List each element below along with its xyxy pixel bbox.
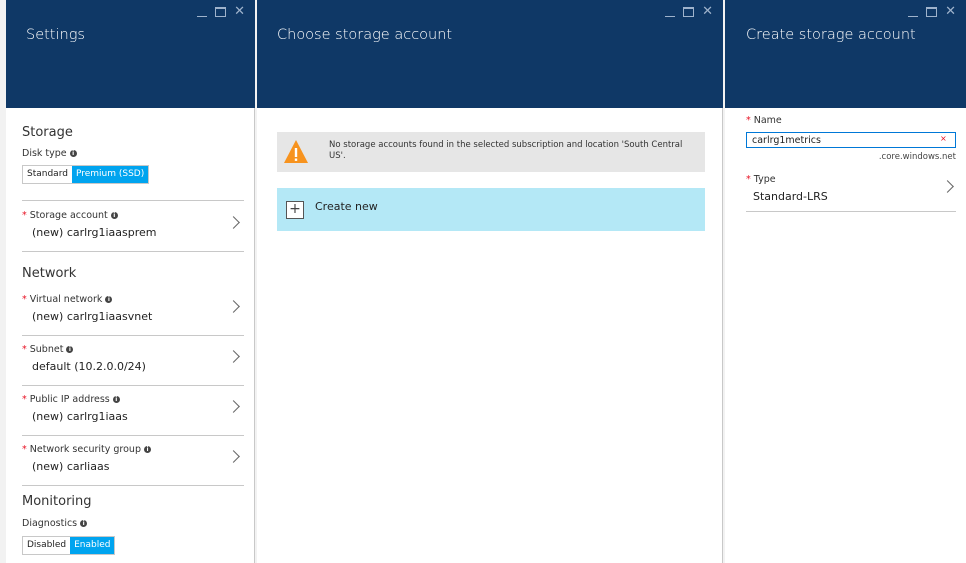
choose-storage-header: Choose storage account ✕ [257, 0, 723, 108]
warning-banner: No storage accounts found in the selecte… [277, 132, 705, 172]
settings-header: Settings ✕ [6, 0, 255, 108]
storage-account-value: (new) carlrg1iaasprem [32, 226, 157, 239]
create-storage-blade: Create storage account ✕ *Name × .core.w… [725, 0, 966, 563]
virtual-network-row[interactable]: * Virtual network i (new) carlrg1iaasvnet [22, 286, 244, 336]
chevron-right-icon [941, 180, 954, 193]
choose-storage-body: No storage accounts found in the selecte… [257, 108, 723, 563]
disk-type-label: Disk type i [22, 148, 77, 159]
chevron-right-icon [227, 300, 240, 313]
create-storage-header: Create storage account ✕ [725, 0, 966, 108]
window-minimize-icon[interactable] [665, 15, 676, 17]
virtual-network-label: * Virtual network i [22, 294, 113, 305]
window-controls: ✕ [665, 5, 713, 18]
clear-input-icon[interactable]: × [940, 134, 947, 143]
chevron-right-icon [227, 350, 240, 363]
disk-type-premium-option[interactable]: Premium (SSD) [71, 166, 149, 183]
info-icon[interactable]: i [69, 150, 77, 157]
create-new-label: Create new [315, 200, 378, 213]
subnet-value: default (10.2.0.0/24) [32, 360, 146, 373]
name-input[interactable] [746, 132, 956, 148]
section-title-monitoring: Monitoring [22, 494, 92, 509]
warning-text: No storage accounts found in the selecte… [329, 140, 683, 161]
window-controls: ✕ [197, 5, 245, 18]
nsg-value: (new) carliaas [32, 460, 110, 473]
info-icon[interactable]: i [143, 446, 151, 453]
window-minimize-icon[interactable] [197, 15, 208, 17]
chevron-right-icon [227, 400, 240, 413]
info-icon[interactable]: i [80, 520, 88, 527]
blade-title: Choose storage account [277, 27, 453, 43]
divider [22, 200, 244, 201]
nsg-row[interactable]: * Network security group i (new) carliaas [22, 436, 244, 486]
window-close-icon[interactable]: ✕ [945, 5, 956, 18]
section-title-storage: Storage [22, 125, 73, 140]
disk-type-standard-option[interactable]: Standard [23, 166, 72, 183]
info-icon[interactable]: i [112, 396, 120, 403]
storage-account-row[interactable]: * Storage account i (new) carlrg1iaasprem [22, 202, 244, 252]
diagnostics-enabled-option[interactable]: Enabled [70, 537, 115, 554]
public-ip-value: (new) carlrg1iaas [32, 410, 128, 423]
blade-title: Settings [26, 27, 85, 43]
create-storage-body: *Name × .core.windows.net *Type Standard… [725, 108, 966, 563]
warning-icon [284, 140, 308, 163]
name-suffix: .core.windows.net [878, 152, 956, 162]
public-ip-label: * Public IP address i [22, 394, 120, 405]
blade-title: Create storage account [746, 27, 916, 43]
public-ip-row[interactable]: * Public IP address i (new) carlrg1iaas [22, 386, 244, 436]
plus-icon: + [286, 201, 304, 219]
diagnostics-toggle: Disabled Enabled [22, 536, 116, 555]
window-close-icon[interactable]: ✕ [234, 5, 245, 18]
chevron-right-icon [227, 450, 240, 463]
window-close-icon[interactable]: ✕ [702, 5, 713, 18]
section-title-network: Network [22, 266, 77, 281]
window-maximize-icon[interactable] [683, 7, 695, 17]
disk-type-toggle: Standard Premium (SSD) [22, 165, 150, 184]
chevron-right-icon [227, 216, 240, 229]
window-minimize-icon[interactable] [908, 15, 919, 17]
storage-account-label: * Storage account i [22, 210, 118, 221]
diagnostics-disabled-option[interactable]: Disabled [23, 537, 70, 554]
create-new-button[interactable]: + Create new [277, 188, 705, 231]
window-maximize-icon[interactable] [215, 7, 227, 17]
name-label: * Name [746, 115, 782, 126]
info-icon[interactable]: i [110, 212, 118, 219]
info-icon[interactable]: i [105, 296, 113, 303]
settings-blade: Settings ✕ Storage Disk type i Standard P… [6, 0, 255, 563]
window-maximize-icon[interactable] [926, 7, 938, 17]
type-row[interactable]: * Type Standard-LRS [746, 170, 956, 212]
virtual-network-value: (new) carlrg1iaasvnet [32, 310, 153, 323]
type-value: Standard-LRS [753, 190, 828, 203]
info-icon[interactable]: i [66, 346, 74, 353]
subnet-row[interactable]: * Subnet i default (10.2.0.0/24) [22, 336, 244, 386]
type-label: * Type [746, 174, 776, 185]
window-controls: ✕ [908, 5, 956, 18]
nsg-label: * Network security group i [22, 444, 151, 455]
subnet-label: * Subnet i [22, 344, 74, 355]
settings-body: Storage Disk type i Standard Premium (SSD… [6, 108, 255, 563]
diagnostics-label: Diagnostics i [22, 518, 88, 529]
choose-storage-blade: Choose storage account ✕ No storage acco… [257, 0, 723, 563]
